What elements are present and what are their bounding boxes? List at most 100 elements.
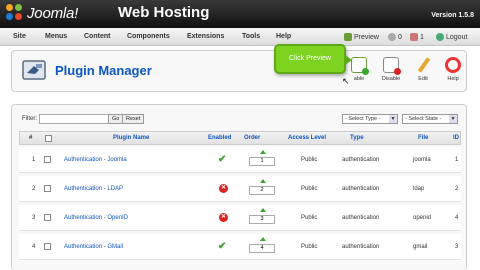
col-num: # xyxy=(29,135,33,141)
plugin-file: joomla xyxy=(413,157,431,163)
order-control: 1 xyxy=(249,150,275,172)
state-select-arrow-icon: ▼ xyxy=(449,115,457,123)
messages-count[interactable]: 0 xyxy=(388,33,402,41)
plugin-name-link[interactable]: Authentication - LDAP xyxy=(64,186,123,192)
type-select[interactable]: - Select Type - ▼ xyxy=(342,114,398,124)
enabled-check-icon[interactable]: ✔ xyxy=(218,241,226,252)
plugin-list-panel: Filter: Go Reset - Select Type - ▼ - Sel… xyxy=(11,104,467,270)
table-row: 3 Authentication - OpenID ✕ 3 Public aut… xyxy=(19,205,461,231)
main-menu-bar: Site Menus Content Components Extensions… xyxy=(0,28,480,46)
callout-text: Click Preview xyxy=(288,55,331,62)
row-checkbox[interactable] xyxy=(44,156,51,163)
state-select[interactable]: - Select State - ▼ xyxy=(402,114,458,124)
users-count[interactable]: 1 xyxy=(410,33,424,41)
disable-icon xyxy=(383,57,401,75)
help-icon xyxy=(445,57,461,73)
logout-label: Logout xyxy=(446,33,468,41)
plugin-id: 3 xyxy=(455,244,459,250)
row-num: 2 xyxy=(32,186,36,192)
edit-button[interactable]: Edit xyxy=(409,57,437,91)
col-type[interactable]: Type xyxy=(350,135,364,141)
type-select-arrow-icon: ▼ xyxy=(389,115,397,123)
click-preview-callout: Click Preview xyxy=(274,44,352,74)
enabled-check-icon[interactable]: ✔ xyxy=(218,154,226,165)
access-level[interactable]: Public xyxy=(301,244,317,250)
menu-tools[interactable]: Tools xyxy=(242,33,260,40)
menu-menus[interactable]: Menus xyxy=(45,33,67,40)
order-input[interactable]: 2 xyxy=(249,186,275,195)
order-up-icon[interactable] xyxy=(260,237,266,241)
col-access[interactable]: Access Level xyxy=(288,135,326,141)
select-all-checkbox[interactable] xyxy=(45,135,52,142)
help-label: Help xyxy=(447,76,459,82)
pencil-icon xyxy=(415,57,431,73)
filter-label: Filter: xyxy=(22,116,37,122)
order-input[interactable]: 1 xyxy=(249,157,275,166)
version-label: Version 1.5.8 xyxy=(431,12,474,19)
mouse-cursor-icon: ↖ xyxy=(342,76,350,86)
col-order[interactable]: Order xyxy=(244,135,260,141)
plugin-manager-icon xyxy=(22,60,46,80)
state-select-value: - Select State - xyxy=(405,116,442,122)
table-row: 4 Authentication - GMail ✔ 4 Public auth… xyxy=(19,234,461,260)
menu-site[interactable]: Site xyxy=(13,33,26,40)
row-checkbox[interactable] xyxy=(44,214,51,221)
order-up-icon[interactable] xyxy=(260,179,266,183)
menu-help[interactable]: Help xyxy=(276,33,291,40)
order-control: 2 xyxy=(249,179,275,201)
messages-value: 0 xyxy=(398,33,402,41)
site-name: Web Hosting xyxy=(118,4,210,21)
access-level[interactable]: Public xyxy=(301,215,317,221)
joomla-logo[interactable]: Joomla! xyxy=(6,4,78,22)
order-up-icon[interactable] xyxy=(260,150,266,154)
plugin-name-link[interactable]: Authentication - GMail xyxy=(64,244,123,250)
order-up-icon[interactable] xyxy=(260,208,266,212)
plugin-type: authentication xyxy=(342,244,380,250)
table-row: 2 Authentication - LDAP ✕ 2 Public authe… xyxy=(19,176,461,202)
plugin-type: authentication xyxy=(342,215,380,221)
joomla-logo-icon xyxy=(6,4,24,22)
type-select-value: - Select Type - xyxy=(345,116,381,122)
reset-button[interactable]: Reset xyxy=(122,114,145,124)
col-plugin-name[interactable]: Plugin Name xyxy=(113,135,149,141)
preview-link[interactable]: Preview xyxy=(344,33,379,41)
row-num: 4 xyxy=(32,244,36,250)
logo-text: Joomla! xyxy=(27,4,79,22)
col-enabled[interactable]: Enabled xyxy=(208,135,231,141)
plugin-id: 4 xyxy=(455,215,459,221)
plugin-name-link[interactable]: Authentication - OpenID xyxy=(64,215,128,221)
row-checkbox[interactable] xyxy=(44,243,51,250)
toolbar-box: Plugin Manager able Disable Edit Help xyxy=(11,50,467,92)
order-input[interactable]: 4 xyxy=(249,244,275,253)
logout-link[interactable]: Logout xyxy=(436,33,467,41)
menu-content[interactable]: Content xyxy=(84,33,110,40)
disable-button[interactable]: Disable xyxy=(377,57,405,91)
col-id[interactable]: ID xyxy=(453,135,459,141)
row-checkbox[interactable] xyxy=(44,185,51,192)
help-button[interactable]: Help xyxy=(439,57,467,91)
access-level[interactable]: Public xyxy=(301,157,317,163)
edit-label: Edit xyxy=(418,76,428,82)
access-level[interactable]: Public xyxy=(301,186,317,192)
plugin-type: authentication xyxy=(342,157,380,163)
order-control: 3 xyxy=(249,208,275,230)
users-icon xyxy=(410,33,418,41)
plugin-type: authentication xyxy=(342,186,380,192)
plugin-name-link[interactable]: Authentication - Joomla xyxy=(64,157,127,163)
preview-icon xyxy=(344,33,352,41)
plugin-id: 2 xyxy=(455,186,459,192)
table-header: # Plugin Name Enabled Order Access Level… xyxy=(19,131,461,145)
plugin-file: openid xyxy=(413,215,432,221)
col-file[interactable]: File xyxy=(418,135,428,141)
menu-components[interactable]: Components xyxy=(127,33,170,40)
table-row: 1 Authentication - Joomla ✔ 1 Public aut… xyxy=(19,147,461,173)
users-value: 1 xyxy=(420,33,424,41)
plugin-file: ldap xyxy=(413,186,425,192)
disabled-x-icon[interactable]: ✕ xyxy=(219,213,228,222)
order-input[interactable]: 3 xyxy=(249,215,275,224)
order-control: 4 xyxy=(249,237,275,259)
preview-label: Preview xyxy=(354,33,379,41)
menu-extensions[interactable]: Extensions xyxy=(187,33,224,40)
filter-input[interactable] xyxy=(39,114,119,124)
disabled-x-icon[interactable]: ✕ xyxy=(219,184,228,193)
